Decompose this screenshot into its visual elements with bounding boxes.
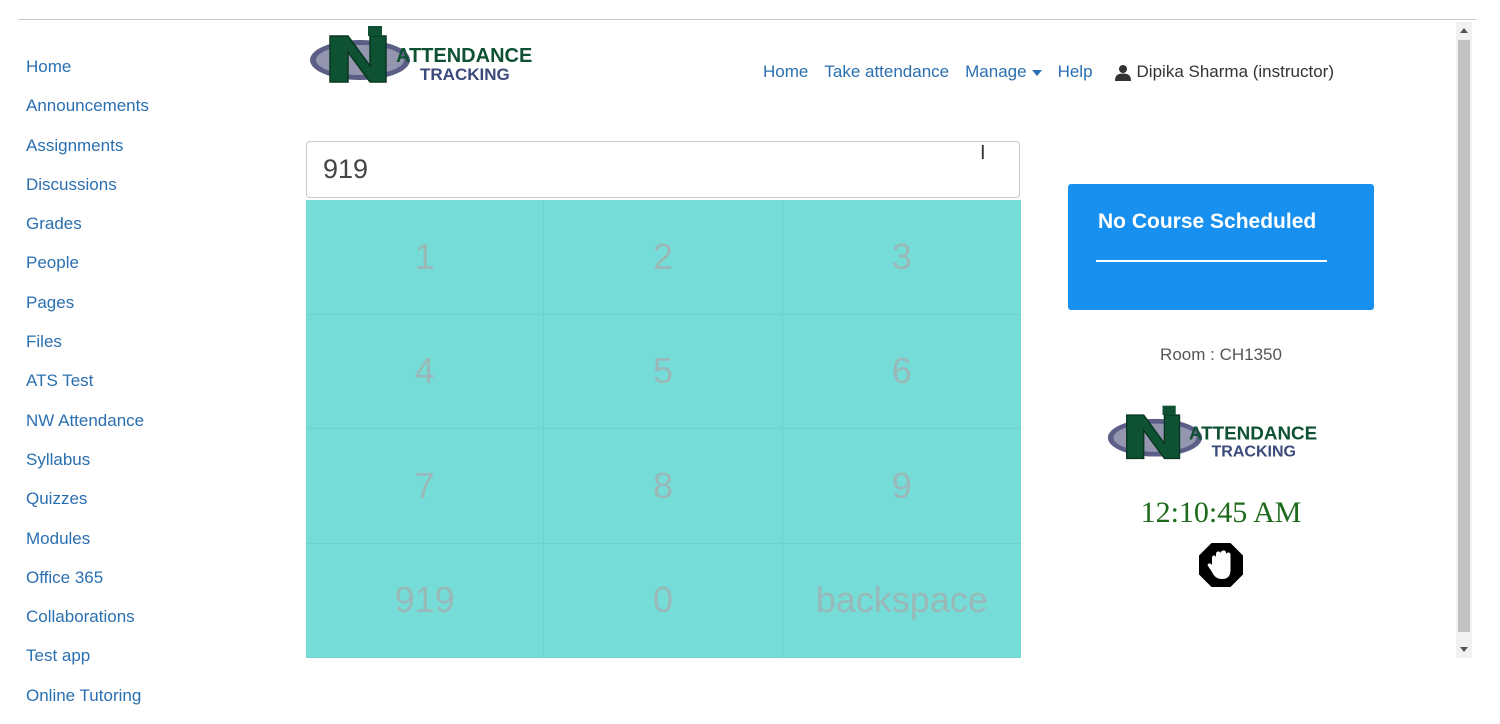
sidebar-item-grades[interactable]: Grades (26, 213, 246, 252)
top-divider (18, 19, 1476, 20)
course-status-card: No Course Scheduled (1068, 184, 1374, 310)
nav-home[interactable]: Home (763, 62, 808, 82)
logo-line1: ATTENDANCE (396, 45, 532, 67)
key-7[interactable]: 7 (306, 429, 545, 544)
sidebar-item-home[interactable]: Home (26, 56, 246, 95)
sidebar-item-announcements[interactable]: Announcements (26, 95, 246, 134)
sidebar-item-collaborations[interactable]: Collaborations (26, 606, 246, 645)
scroll-down-icon[interactable] (1460, 647, 1468, 652)
key-919[interactable]: 919 (306, 543, 545, 658)
sidebar-item-ats-test[interactable]: ATS Test (26, 370, 246, 409)
nav-manage-label: Manage (965, 62, 1027, 81)
key-3[interactable]: 3 (782, 200, 1021, 315)
attendance-tracking-logo-secondary: ATTENDANCE TRACKING (1107, 405, 1317, 461)
course-divider (1096, 260, 1327, 262)
key-4[interactable]: 4 (306, 314, 545, 429)
sidebar-item-quizzes[interactable]: Quizzes (26, 488, 246, 527)
logo2-line1: ATTENDANCE (1189, 423, 1317, 444)
key-1[interactable]: 1 (306, 200, 545, 315)
keypad: 1 2 3 4 5 6 7 8 9 919 0 backspace (306, 200, 1021, 658)
attendance-tracking-logo[interactable]: ATTENDANCE TRACKING (308, 22, 550, 88)
sidebar-item-pages[interactable]: Pages (26, 292, 246, 331)
sidebar-item-nw-attendance[interactable]: NW Attendance (26, 410, 246, 449)
nav-manage-dropdown[interactable]: Manage (965, 62, 1042, 82)
top-navigation: Home Take attendance Manage Help Dipika … (763, 62, 1334, 82)
course-title: No Course Scheduled (1098, 210, 1317, 233)
sidebar-item-test-app[interactable]: Test app (26, 645, 246, 684)
user-icon (1114, 64, 1131, 81)
nav-help[interactable]: Help (1058, 62, 1093, 82)
key-0[interactable]: 0 (544, 543, 783, 658)
user-name: Dipika Sharma (instructor) (1136, 62, 1334, 81)
user-menu[interactable]: Dipika Sharma (instructor) (1114, 62, 1334, 82)
chevron-down-icon (1031, 69, 1042, 76)
clock: 12:10:45 AM (1140, 496, 1302, 529)
nav-take-attendance[interactable]: Take attendance (824, 62, 949, 82)
course-navigation: Home Announcements Assignments Discussio… (26, 56, 246, 724)
key-6[interactable]: 6 (782, 315, 1021, 429)
text-cursor-icon: I (980, 142, 986, 164)
sidebar-item-files[interactable]: Files (26, 331, 246, 370)
key-2[interactable]: 2 (544, 200, 783, 315)
pin-input[interactable] (306, 141, 1020, 198)
sidebar-item-assignments[interactable]: Assignments (26, 135, 246, 174)
key-8[interactable]: 8 (544, 429, 783, 544)
sidebar-item-modules[interactable]: Modules (26, 528, 246, 567)
scroll-up-icon[interactable] (1460, 28, 1468, 33)
vertical-scrollbar[interactable] (1456, 22, 1472, 658)
logo-line2: TRACKING (420, 65, 510, 84)
scrollbar-thumb[interactable] (1458, 40, 1470, 632)
sidebar-item-discussions[interactable]: Discussions (26, 174, 246, 213)
room-label: Room : CH1350 (1160, 345, 1282, 364)
key-5[interactable]: 5 (544, 314, 783, 429)
stop-hand-icon[interactable] (1198, 542, 1244, 588)
key-backspace[interactable]: backspace (782, 544, 1021, 658)
sidebar-item-syllabus[interactable]: Syllabus (26, 449, 246, 488)
sidebar-item-online-tutoring[interactable]: Online Tutoring (26, 685, 246, 724)
sidebar-item-people[interactable]: People (26, 252, 246, 291)
key-9[interactable]: 9 (782, 429, 1021, 544)
logo2-line2: TRACKING (1212, 444, 1296, 461)
sidebar-item-office-365[interactable]: Office 365 (26, 567, 246, 606)
